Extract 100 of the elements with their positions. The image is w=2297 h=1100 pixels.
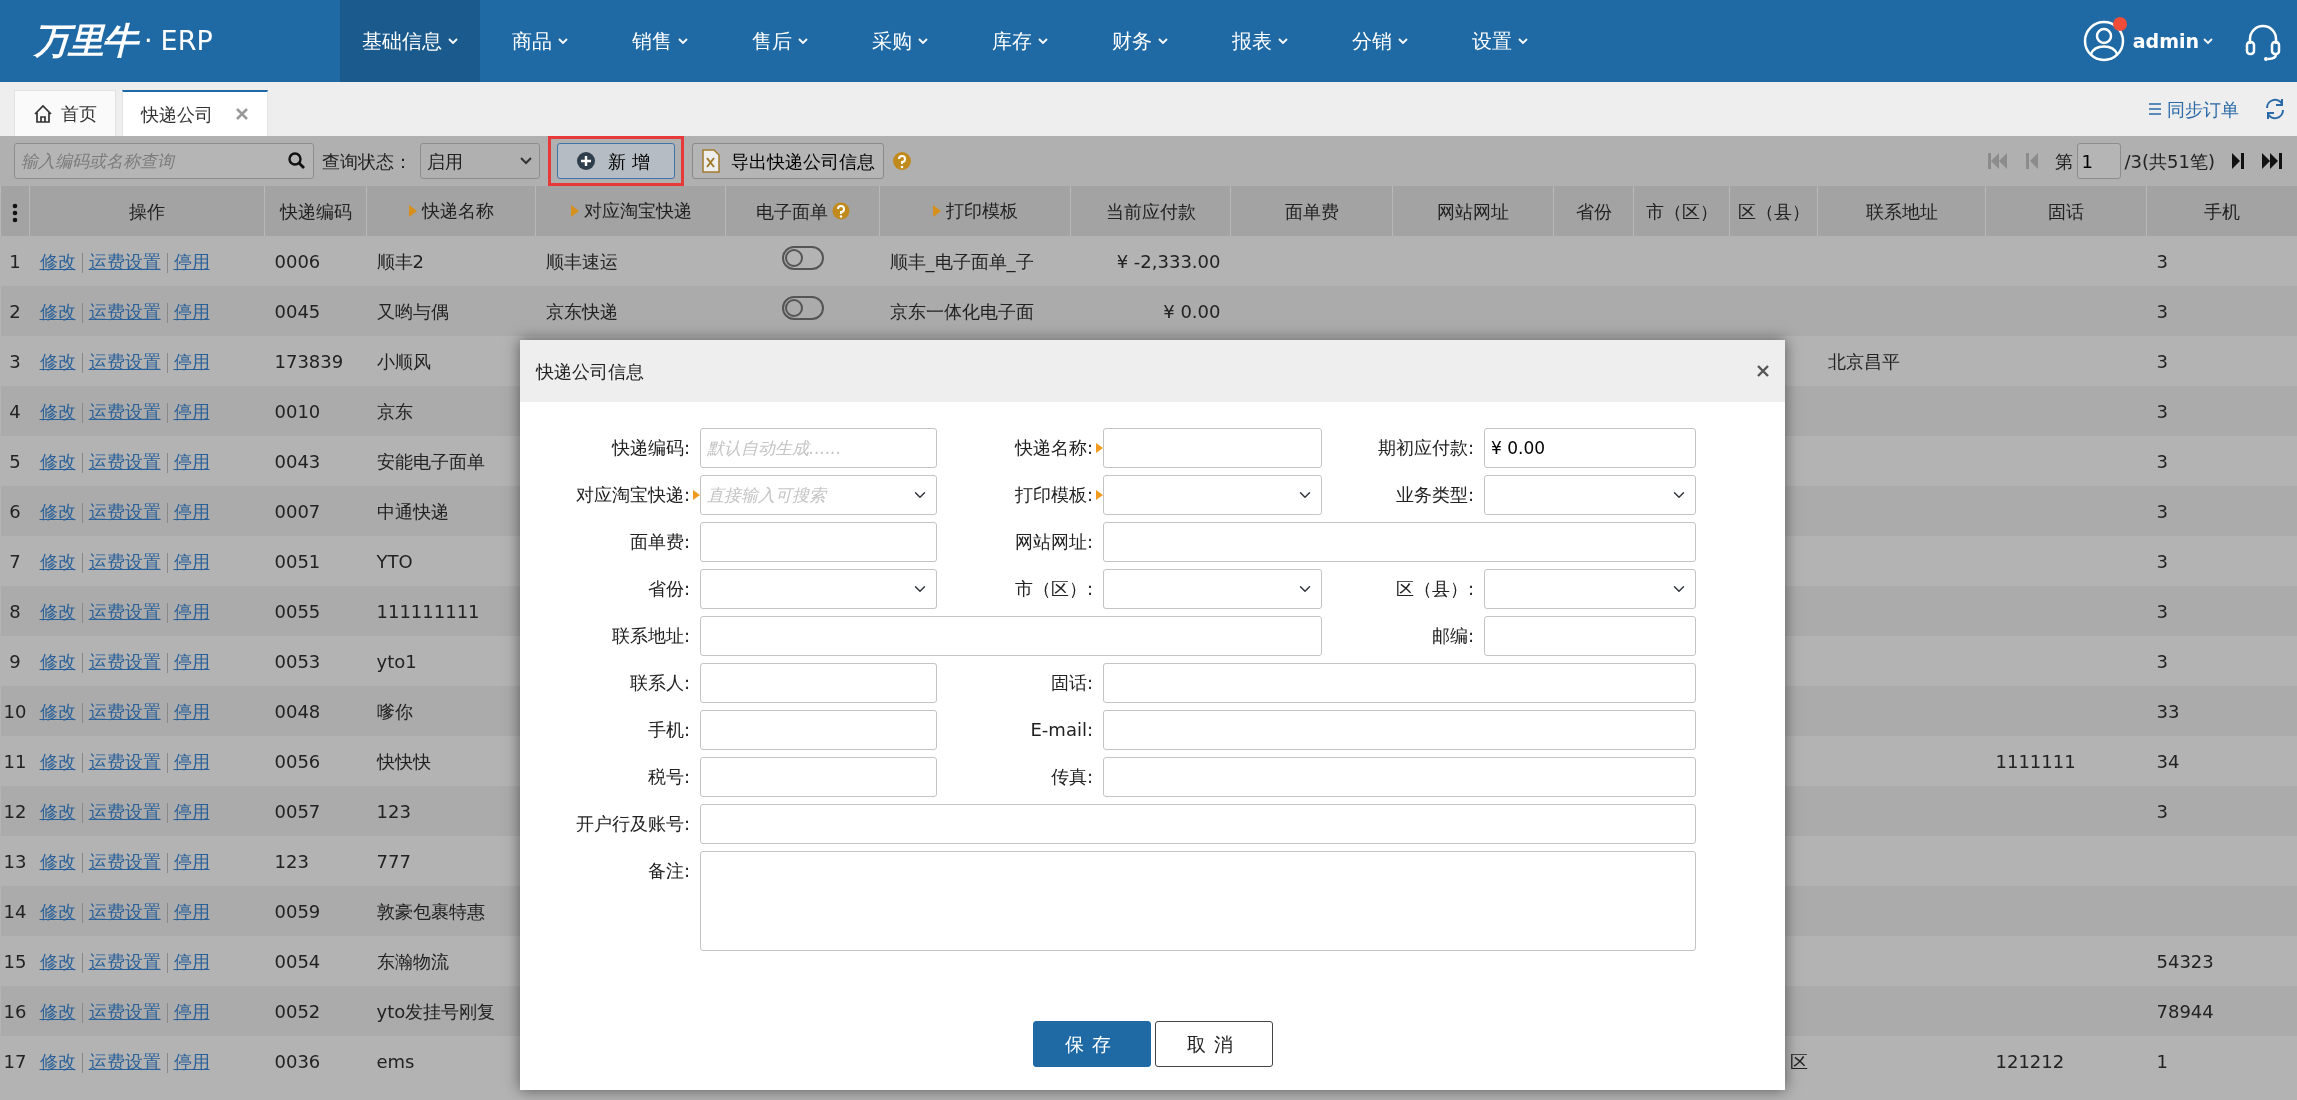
input-field[interactable] xyxy=(1103,663,1696,703)
action-link[interactable]: 运费设置 xyxy=(88,1050,161,1072)
menu-item[interactable]: 售后 xyxy=(720,0,840,82)
search-icon[interactable] xyxy=(288,152,306,170)
action-link[interactable]: 停用 xyxy=(173,750,210,772)
action-link[interactable]: 修改 xyxy=(39,300,76,322)
action-link[interactable]: 修改 xyxy=(39,1050,76,1072)
toggle-switch[interactable] xyxy=(781,295,824,320)
action-link[interactable]: 运费设置 xyxy=(88,800,161,822)
column-header[interactable]: 固话 xyxy=(2048,197,2084,225)
action-link[interactable]: 修改 xyxy=(39,500,76,522)
action-link[interactable]: 修改 xyxy=(39,600,76,622)
action-link[interactable]: 停用 xyxy=(173,900,210,922)
select-field[interactable] xyxy=(1103,475,1322,515)
menu-item[interactable]: 库存 xyxy=(960,0,1080,82)
action-link[interactable]: 运费设置 xyxy=(88,550,161,572)
action-link[interactable]: 停用 xyxy=(173,450,210,472)
action-link[interactable]: 停用 xyxy=(173,250,210,272)
input-field[interactable]: ¥ 0.00 xyxy=(1484,428,1696,468)
action-link[interactable]: 运费设置 xyxy=(88,850,161,872)
action-link[interactable]: 修改 xyxy=(39,650,76,672)
menu-item[interactable]: 财务 xyxy=(1080,0,1200,82)
action-link[interactable]: 停用 xyxy=(173,550,210,572)
text-area[interactable] xyxy=(700,851,1696,951)
first-page-icon[interactable] xyxy=(1986,152,2009,170)
action-link[interactable]: 停用 xyxy=(173,350,210,372)
action-link[interactable]: 运费设置 xyxy=(88,250,161,272)
action-link[interactable]: 停用 xyxy=(173,850,210,872)
search-field[interactable]: 输入编码或名称查询 xyxy=(14,143,314,179)
select-field[interactable] xyxy=(700,569,937,609)
input-field[interactable] xyxy=(700,616,1322,656)
action-link[interactable]: 运费设置 xyxy=(88,750,161,772)
menu-item[interactable]: 报表 xyxy=(1200,0,1320,82)
input-field[interactable] xyxy=(1103,428,1322,468)
column-header[interactable]: 操作 xyxy=(129,197,165,225)
more-icon[interactable] xyxy=(12,202,18,223)
select-field[interactable] xyxy=(1484,475,1696,515)
select-field[interactable]: 直接输入可搜索 xyxy=(700,475,937,515)
help-icon[interactable] xyxy=(892,151,912,171)
save-button[interactable]: 保存 xyxy=(1032,1021,1151,1067)
input-field[interactable] xyxy=(1103,757,1696,797)
input-field[interactable]: 默认自动生成...... xyxy=(700,428,937,468)
sync-orders-link[interactable]: 同步订单 xyxy=(2147,95,2239,123)
input-field[interactable] xyxy=(700,522,937,562)
action-link[interactable]: 运费设置 xyxy=(88,350,161,372)
menu-item[interactable]: 采购 xyxy=(840,0,960,82)
export-button[interactable]: 导出快递公司信息 xyxy=(692,143,884,179)
close-icon[interactable] xyxy=(235,107,249,121)
menu-item[interactable]: 设置 xyxy=(1440,0,1560,82)
toggle-switch[interactable] xyxy=(781,245,824,270)
action-link[interactable]: 修改 xyxy=(39,950,76,972)
last-page-icon[interactable] xyxy=(2261,152,2283,170)
action-link[interactable]: 运费设置 xyxy=(88,900,161,922)
action-link[interactable]: 运费设置 xyxy=(88,450,161,472)
cancel-button[interactable]: 取消 xyxy=(1154,1021,1273,1067)
action-link[interactable]: 运费设置 xyxy=(88,650,161,672)
input-field[interactable] xyxy=(1103,522,1696,562)
action-link[interactable]: 修改 xyxy=(39,1000,76,1022)
menu-item[interactable]: 销售 xyxy=(600,0,720,82)
action-link[interactable]: 运费设置 xyxy=(88,700,161,722)
input-field[interactable] xyxy=(700,710,937,750)
menu-item[interactable]: 商品 xyxy=(480,0,600,82)
action-link[interactable]: 运费设置 xyxy=(88,1000,161,1022)
action-link[interactable]: 停用 xyxy=(173,500,210,522)
action-link[interactable]: 运费设置 xyxy=(88,300,161,322)
input-field[interactable] xyxy=(1484,616,1696,656)
add-button[interactable]: 新增 xyxy=(557,143,675,179)
action-link[interactable]: 修改 xyxy=(39,450,76,472)
next-page-icon[interactable] xyxy=(2231,152,2245,170)
close-icon[interactable] xyxy=(1757,365,1769,377)
refresh-icon[interactable] xyxy=(2263,97,2287,121)
page-input[interactable]: 1 xyxy=(2076,143,2121,179)
action-link[interactable]: 停用 xyxy=(173,1050,210,1072)
input-field[interactable] xyxy=(700,663,937,703)
status-select[interactable]: 启用 xyxy=(420,143,540,179)
action-link[interactable]: 修改 xyxy=(39,550,76,572)
select-field[interactable] xyxy=(1103,569,1322,609)
action-link[interactable]: 运费设置 xyxy=(88,400,161,422)
action-link[interactable]: 修改 xyxy=(39,800,76,822)
action-link[interactable]: 修改 xyxy=(39,350,76,372)
action-link[interactable]: 停用 xyxy=(173,1000,210,1022)
previous-page-icon[interactable] xyxy=(2024,152,2039,170)
action-link[interactable]: 停用 xyxy=(173,600,210,622)
action-link[interactable]: 停用 xyxy=(173,700,210,722)
input-field[interactable] xyxy=(700,757,937,797)
input-field[interactable] xyxy=(700,804,1696,844)
input-field[interactable] xyxy=(1103,710,1696,750)
menu-item[interactable]: 分销 xyxy=(1320,0,1440,82)
action-link[interactable]: 运费设置 xyxy=(88,500,161,522)
action-link[interactable]: 停用 xyxy=(173,400,210,422)
action-link[interactable]: 停用 xyxy=(173,950,210,972)
action-link[interactable]: 修改 xyxy=(39,250,76,272)
column-header[interactable]: 手机 xyxy=(2204,197,2241,225)
action-link[interactable]: 修改 xyxy=(39,700,76,722)
column-header[interactable]: 面单费 xyxy=(1284,197,1339,225)
action-link[interactable]: 停用 xyxy=(173,300,210,322)
user-menu[interactable]: admin xyxy=(2132,26,2213,56)
tab[interactable]: 首页 xyxy=(14,90,116,136)
action-link[interactable]: 运费设置 xyxy=(88,950,161,972)
action-link[interactable]: 停用 xyxy=(173,800,210,822)
